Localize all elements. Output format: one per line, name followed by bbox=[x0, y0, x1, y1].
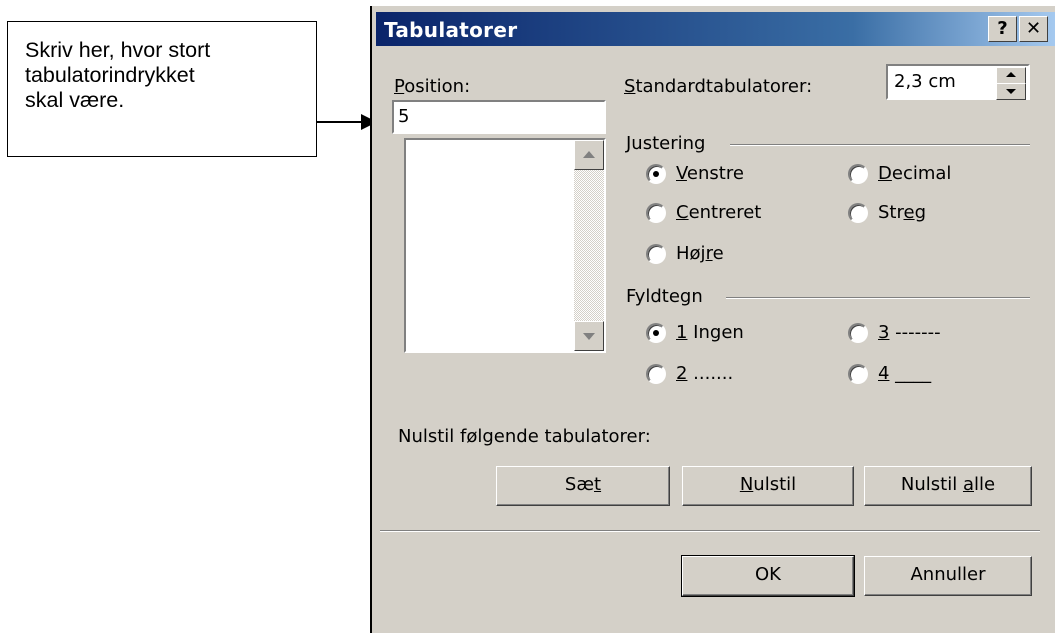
radio-leader-3[interactable] bbox=[848, 323, 868, 343]
radio-leader-1[interactable] bbox=[646, 323, 666, 343]
radio-decimal[interactable] bbox=[848, 164, 868, 184]
radio-venstre-label[interactable]: Venstre bbox=[676, 163, 744, 184]
help-button[interactable]: ? bbox=[988, 16, 1017, 42]
position-label-text: osition: bbox=[404, 76, 471, 97]
spin-down-icon bbox=[1006, 89, 1016, 94]
radio-centreret-label[interactable]: Centreret bbox=[676, 202, 761, 223]
standard-tabs-value: 2,3 cm bbox=[894, 71, 956, 92]
spin-up-button[interactable] bbox=[996, 67, 1026, 84]
radio-leader-1-label[interactable]: 1 Ingen bbox=[676, 322, 744, 343]
spin-down-button[interactable] bbox=[996, 83, 1026, 100]
radio-leader-2[interactable] bbox=[646, 364, 666, 384]
tab-stops-list[interactable] bbox=[404, 138, 606, 353]
clear-button[interactable]: Nulstil bbox=[682, 466, 854, 506]
radio-streg[interactable] bbox=[848, 203, 868, 223]
position-label: Position: bbox=[394, 76, 471, 97]
clear-tabs-label: Nulstil følgende tabulatorer: bbox=[398, 426, 651, 447]
radio-hoejre[interactable] bbox=[646, 244, 666, 264]
scroll-up-button[interactable] bbox=[574, 140, 604, 170]
button-separator bbox=[380, 530, 1040, 532]
standard-tabs-input[interactable]: 2,3 cm bbox=[886, 64, 1030, 100]
scroll-up-icon bbox=[583, 151, 595, 158]
position-input[interactable]: 5 bbox=[392, 100, 606, 134]
title-bar[interactable]: Tabulatorer ? ✕ bbox=[376, 12, 1055, 46]
radio-leader-3-label[interactable]: 3 ------- bbox=[878, 322, 941, 343]
radio-streg-label[interactable]: Streg bbox=[878, 202, 926, 223]
callout-line-3: skal være. bbox=[25, 88, 125, 112]
scroll-down-button[interactable] bbox=[574, 321, 604, 351]
radio-venstre[interactable] bbox=[646, 164, 666, 184]
cancel-button[interactable]: Annuller bbox=[864, 556, 1032, 596]
annotation-callout: Skriv her, hvor stort tabulatorindrykket… bbox=[7, 21, 317, 157]
scroll-down-icon bbox=[583, 333, 595, 340]
fyldtegn-label: Fyldtegn bbox=[626, 286, 703, 307]
radio-centreret[interactable] bbox=[646, 203, 666, 223]
ok-button[interactable]: OK bbox=[681, 555, 855, 597]
standard-tabs-label: Standardtabulatorer: bbox=[624, 76, 813, 97]
clear-all-button[interactable]: Nulstil alle bbox=[864, 466, 1032, 506]
fyldtegn-divider bbox=[726, 297, 1030, 299]
position-input-value: 5 bbox=[398, 106, 410, 127]
justering-divider bbox=[730, 144, 1030, 146]
callout-line-1: Skriv her, hvor stort bbox=[25, 38, 211, 62]
justering-label: Justering bbox=[626, 133, 706, 154]
set-button[interactable]: Sæt bbox=[496, 466, 670, 506]
list-scrollbar[interactable] bbox=[574, 140, 604, 351]
spin-up-icon bbox=[1006, 72, 1016, 77]
radio-leader-2-label[interactable]: 2 ....... bbox=[676, 363, 733, 384]
radio-leader-4[interactable] bbox=[848, 364, 868, 384]
callout-line-2: tabulatorindrykket bbox=[25, 63, 195, 87]
dialog-title: Tabulatorer bbox=[384, 18, 518, 42]
radio-leader-4-label[interactable]: 4 ____ bbox=[878, 363, 931, 384]
tabs-dialog: Tabulatorer ? ✕ Position: 5 Standardtabu… bbox=[370, 6, 1055, 633]
radio-decimal-label[interactable]: Decimal bbox=[878, 163, 951, 184]
close-button[interactable]: ✕ bbox=[1019, 16, 1048, 42]
radio-hoejre-label[interactable]: Højre bbox=[676, 243, 724, 264]
standard-tabs-label-text: tandardtabulatorer: bbox=[635, 76, 813, 97]
